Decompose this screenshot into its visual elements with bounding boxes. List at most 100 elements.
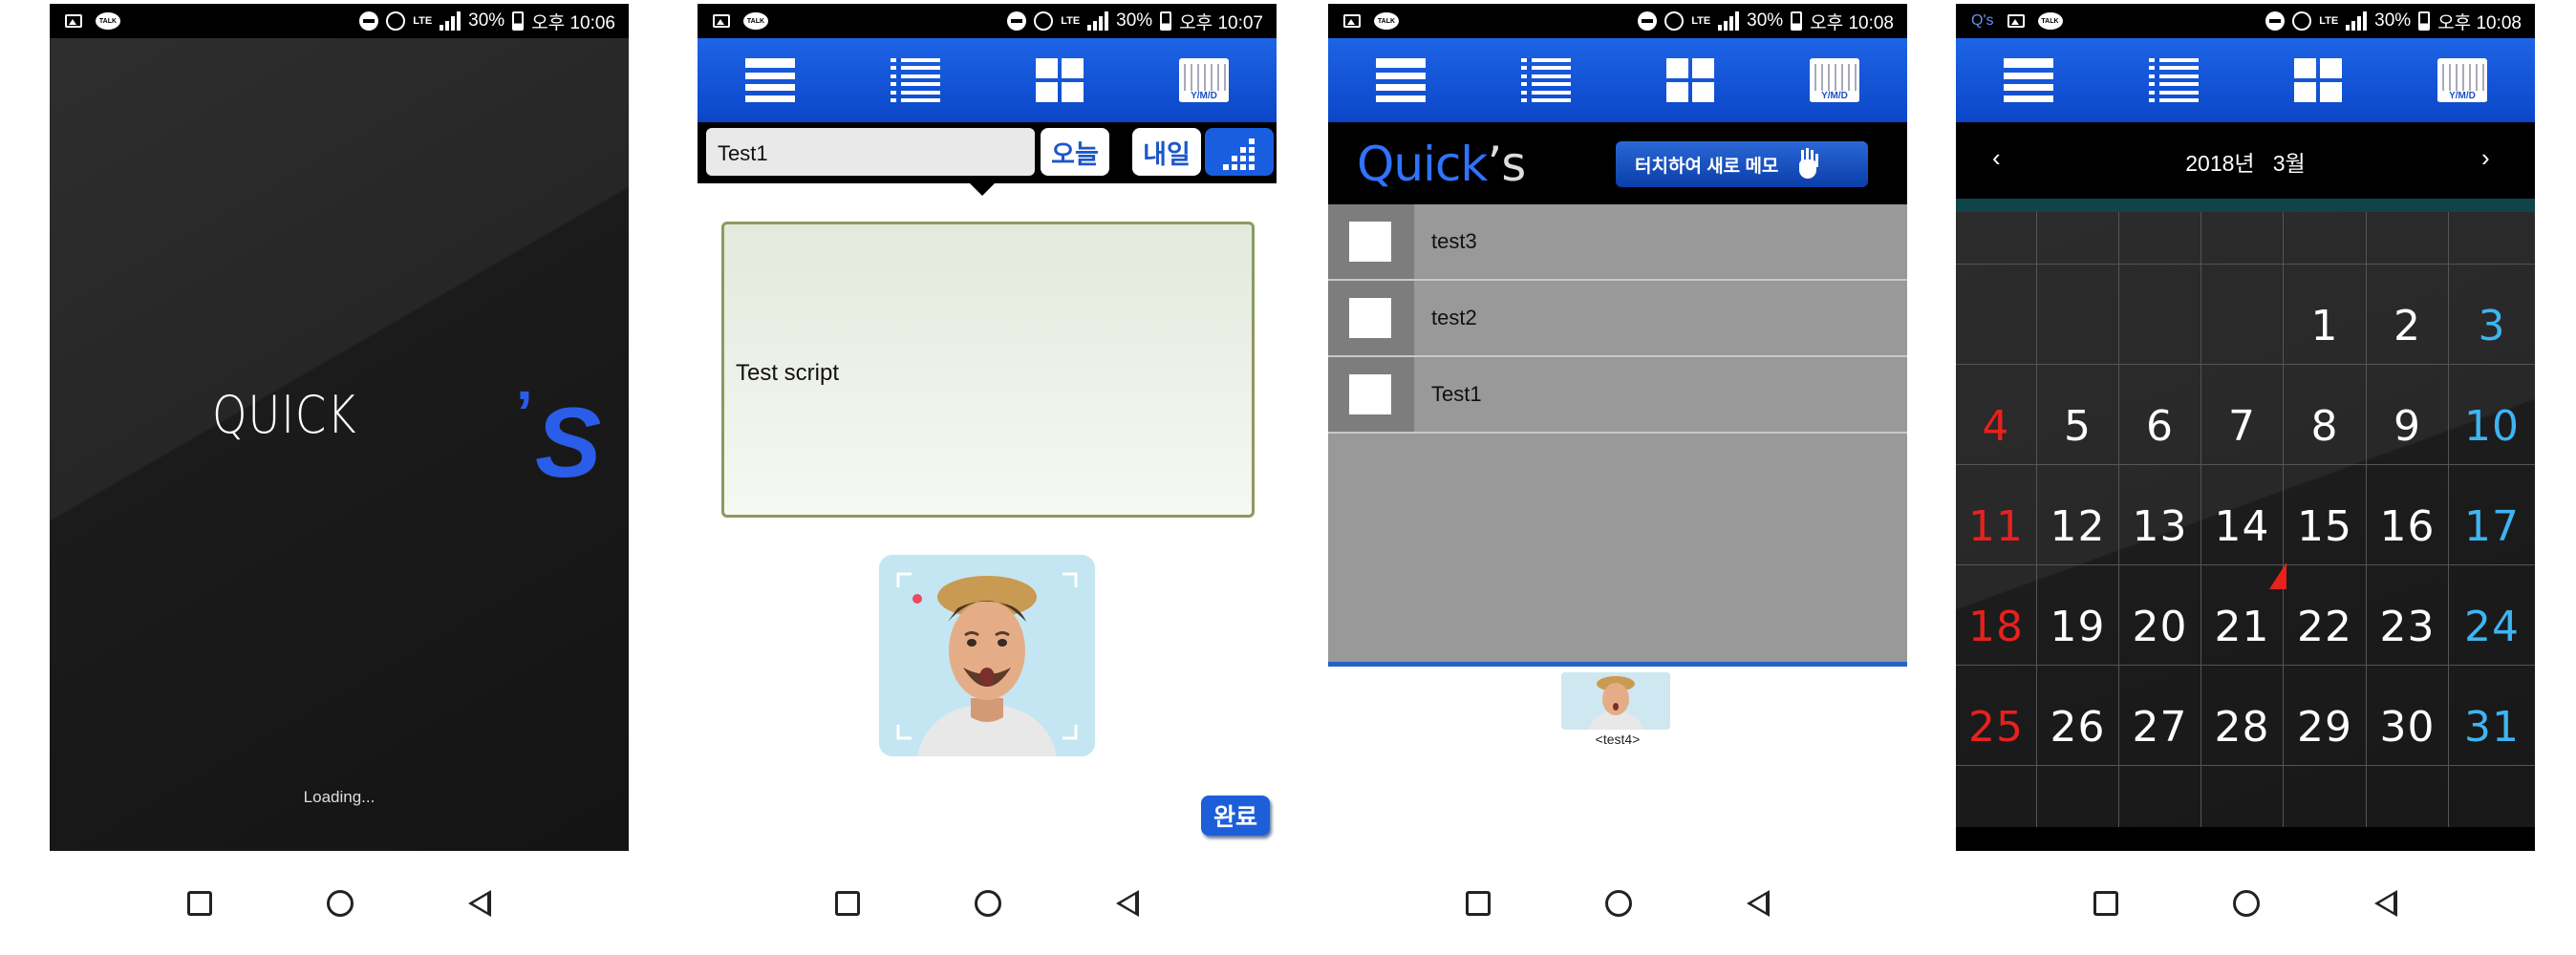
calendar-day-cell[interactable]: 11 <box>1956 464 2037 564</box>
grid-icon[interactable] <box>1666 58 1714 102</box>
calendar-day-cell[interactable]: 10 <box>2449 364 2535 464</box>
memo-checkbox[interactable] <box>1349 222 1391 262</box>
done-button[interactable]: 완료 <box>1201 796 1270 836</box>
calendar-day-cell[interactable]: 19 <box>2037 564 2119 665</box>
battery-icon <box>512 11 525 31</box>
calendar-day-number: 22 <box>2297 603 2352 651</box>
calendar-day-cell[interactable]: 20 <box>2119 564 2201 665</box>
memo-title-input[interactable]: Test1 <box>706 128 1035 176</box>
calendar-day-cell[interactable]: 31 <box>2449 665 2535 765</box>
calendar-day-number: 24 <box>2464 603 2520 651</box>
calendar-day-number: 23 <box>2379 603 2436 651</box>
home-button[interactable] <box>2233 889 2260 917</box>
list-item[interactable]: test3 <box>1328 204 1907 281</box>
memo-checkbox[interactable] <box>1349 374 1391 414</box>
memo-body-textarea[interactable]: Test script <box>721 222 1255 518</box>
list-detail-icon[interactable] <box>2004 58 2053 102</box>
list-icon[interactable] <box>2149 58 2199 102</box>
calendar-day-cell[interactable] <box>1956 765 2037 827</box>
calendar-day-number: 21 <box>2214 603 2270 651</box>
grid-icon[interactable] <box>2294 58 2342 102</box>
list-detail-icon[interactable] <box>1376 58 1426 102</box>
next-month-button[interactable]: › <box>2481 143 2490 173</box>
calendar-day-cell[interactable] <box>2037 264 2119 364</box>
calendar-day-cell[interactable] <box>2201 212 2284 264</box>
memo-thumbnail[interactable] <box>1561 672 1670 730</box>
back-button[interactable] <box>2374 889 2397 917</box>
calendar-day-cell[interactable]: 9 <box>2367 364 2449 464</box>
calendar-day-cell[interactable] <box>2119 264 2201 364</box>
list-icon[interactable] <box>891 58 940 102</box>
hand-touch-icon <box>1795 150 1820 179</box>
calendar-day-cell[interactable] <box>2449 212 2535 264</box>
calendar-day-cell[interactable] <box>2037 765 2119 827</box>
calendar-day-cell[interactable]: 2 <box>2367 264 2449 364</box>
calendar-day-cell[interactable] <box>2119 765 2201 827</box>
calendar-day-cell[interactable] <box>1956 212 2037 264</box>
calendar-day-cell[interactable] <box>2449 765 2535 827</box>
status-bar: Q's TALK LTE 30% 오후 10:08 <box>1956 4 2535 38</box>
calendar-day-cell[interactable]: 16 <box>2367 464 2449 564</box>
calendar-day-cell[interactable]: 6 <box>2119 364 2201 464</box>
home-button[interactable] <box>1605 889 1632 917</box>
calendar-day-cell[interactable]: 1 <box>2284 264 2367 364</box>
calendar-day-cell[interactable] <box>2367 765 2449 827</box>
recent-apps-button[interactable] <box>187 890 212 916</box>
calendar-day-cell[interactable] <box>2119 212 2201 264</box>
today-button[interactable]: 오늘 <box>1041 128 1109 176</box>
date-grid-button[interactable] <box>1205 128 1274 176</box>
memo-checkbox[interactable] <box>1349 298 1391 338</box>
calendar-day-cell[interactable]: 23 <box>2367 564 2449 665</box>
calendar-icon[interactable]: Y/M/D <box>1179 58 1229 102</box>
calendar-day-cell[interactable]: 25 <box>1956 665 2037 765</box>
back-button[interactable] <box>1116 889 1139 917</box>
calendar-day-cell[interactable]: 8 <box>2284 364 2367 464</box>
calendar-day-cell[interactable] <box>2367 212 2449 264</box>
recent-apps-button[interactable] <box>1466 890 1491 916</box>
calendar-icon[interactable]: Y/M/D <box>2437 58 2487 102</box>
recent-apps-button[interactable] <box>2093 890 2118 916</box>
calendar-day-cell[interactable]: 3 <box>2449 264 2535 364</box>
back-button[interactable] <box>468 889 491 917</box>
list-icon[interactable] <box>1521 58 1571 102</box>
do-not-disturb-icon <box>2265 11 2286 31</box>
recent-apps-button[interactable] <box>835 890 860 916</box>
calendar-day-cell[interactable] <box>2284 765 2367 827</box>
calendar-day-cell[interactable]: 26 <box>2037 665 2119 765</box>
list-item[interactable]: Test1 <box>1328 357 1907 434</box>
grid-icon[interactable] <box>1036 58 1084 102</box>
calendar-day-cell[interactable]: 7 <box>2201 364 2284 464</box>
new-memo-button[interactable]: 터치하여 새로 메모 <box>1616 141 1868 187</box>
calendar-day-cell[interactable]: 13 <box>2119 464 2201 564</box>
calendar-day-cell[interactable]: 24 <box>2449 564 2535 665</box>
calendar-day-cell[interactable] <box>2037 212 2119 264</box>
calendar-day-cell[interactable] <box>2201 264 2284 364</box>
attached-photo[interactable] <box>879 555 1095 756</box>
calendar-day-cell[interactable]: 27 <box>2119 665 2201 765</box>
weekday-header <box>1956 199 2535 212</box>
calendar-day-cell[interactable]: 28 <box>2201 665 2284 765</box>
tomorrow-button[interactable]: 내일 <box>1132 128 1201 176</box>
calendar-day-cell[interactable] <box>1956 264 2037 364</box>
home-button[interactable] <box>327 889 354 917</box>
calendar-day-cell[interactable]: 5 <box>2037 364 2119 464</box>
calendar-day-cell[interactable]: 18 <box>1956 564 2037 665</box>
memo-list: test3 test2 Test1 <box>1328 204 1907 665</box>
calendar-day-cell[interactable]: 30 <box>2367 665 2449 765</box>
calendar-day-cell[interactable]: 15 <box>2284 464 2367 564</box>
calendar-day-cell[interactable]: 22 <box>2284 564 2367 665</box>
calendar-day-cell[interactable]: 29 <box>2284 665 2367 765</box>
list-item[interactable]: test2 <box>1328 281 1907 357</box>
list-detail-icon[interactable] <box>745 58 795 102</box>
calendar-day-cell[interactable]: 17 <box>2449 464 2535 564</box>
calendar-day-cell[interactable] <box>2201 765 2284 827</box>
home-button[interactable] <box>975 889 1001 917</box>
calendar-day-cell[interactable]: 12 <box>2037 464 2119 564</box>
calendar-day-cell[interactable]: 4 <box>1956 364 2037 464</box>
calendar-day-cell[interactable] <box>2284 212 2367 264</box>
calendar-day-cell[interactable]: 14 <box>2201 464 2284 564</box>
back-button[interactable] <box>1747 889 1770 917</box>
alarm-icon <box>386 11 406 31</box>
calendar-icon[interactable]: Y/M/D <box>1810 58 1859 102</box>
dropdown-caret <box>969 182 996 196</box>
